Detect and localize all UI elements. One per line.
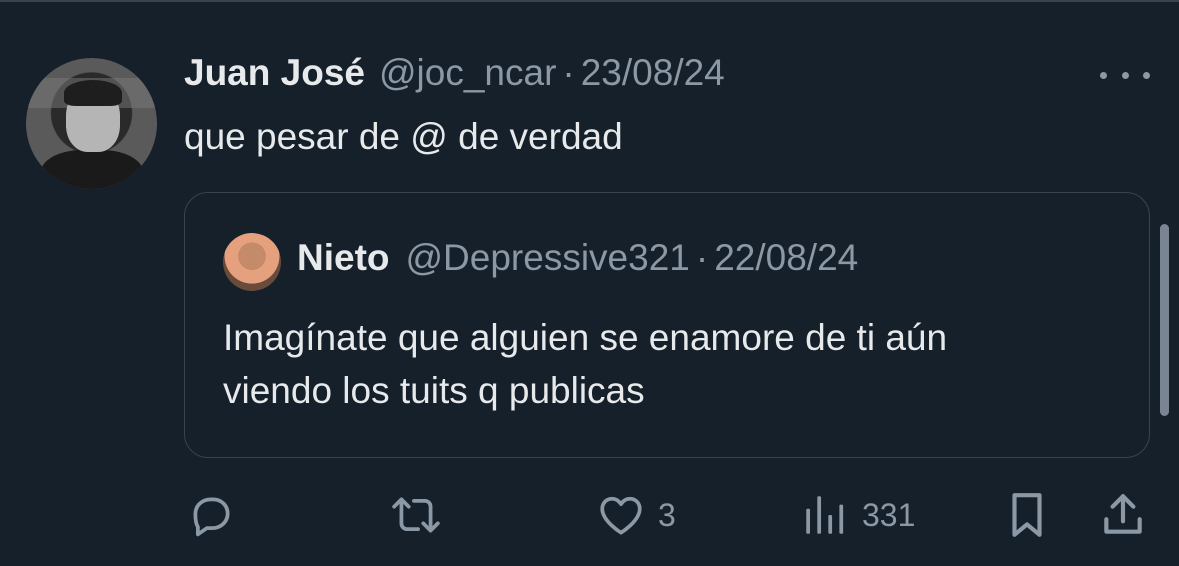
tweet-date[interactable]: 23/08/24 — [581, 52, 725, 94]
retweet-icon — [392, 497, 440, 533]
author-avatar[interactable] — [26, 58, 157, 189]
more-options-icon[interactable] — [1100, 60, 1150, 90]
quoted-author-name: Nieto — [297, 237, 390, 278]
quoted-text-line: Imagínate que alguien se enamore de ti a… — [223, 317, 948, 358]
tweet-header: Juan José @joc_ncar · 23/08/24 — [184, 52, 725, 102]
top-divider — [0, 0, 1179, 2]
retweet-button[interactable] — [388, 480, 444, 550]
avatar-body — [40, 150, 144, 189]
like-count: 3 — [658, 496, 676, 533]
reply-button[interactable] — [186, 480, 236, 550]
heart-icon — [600, 496, 642, 535]
author-name[interactable]: Juan José — [184, 52, 365, 94]
share-button[interactable] — [1100, 480, 1146, 550]
share-icon — [1104, 494, 1142, 534]
separator-dot: · — [562, 52, 575, 93]
more-dot — [1143, 71, 1150, 79]
quoted-tweet-date: 22/08/24 — [714, 237, 859, 278]
bookmark-button[interactable] — [1004, 480, 1050, 550]
quoted-separator-dot: · — [695, 237, 709, 278]
scrollbar[interactable] — [1160, 224, 1169, 416]
quoted-tweet-header: Nieto @Depressive321 · 22/08/24 — [297, 237, 858, 279]
avatar-hair — [64, 80, 122, 106]
quoted-author-avatar — [223, 233, 281, 291]
views-icon — [806, 496, 844, 534]
like-button[interactable]: 3 — [596, 480, 676, 550]
bookmark-icon — [1012, 493, 1042, 537]
more-dot — [1100, 71, 1107, 79]
action-bar: 3 331 — [0, 480, 1179, 550]
views-button[interactable]: 331 — [800, 480, 915, 550]
quoted-text-line: viendo los tuits q publicas — [223, 370, 645, 411]
quoted-tweet-text: Imagínate que alguien se enamore de ti a… — [223, 311, 1123, 417]
quoted-author-handle: @Depressive321 — [405, 237, 690, 278]
author-handle[interactable]: @joc_ncar — [379, 52, 556, 94]
quoted-tweet[interactable]: Nieto @Depressive321 · 22/08/24 Imagínat… — [184, 192, 1150, 458]
tweet-text: que pesar de @ de verdad — [184, 116, 623, 157]
reply-icon — [193, 497, 230, 537]
views-count: 331 — [862, 496, 916, 533]
more-dot — [1121, 71, 1129, 79]
